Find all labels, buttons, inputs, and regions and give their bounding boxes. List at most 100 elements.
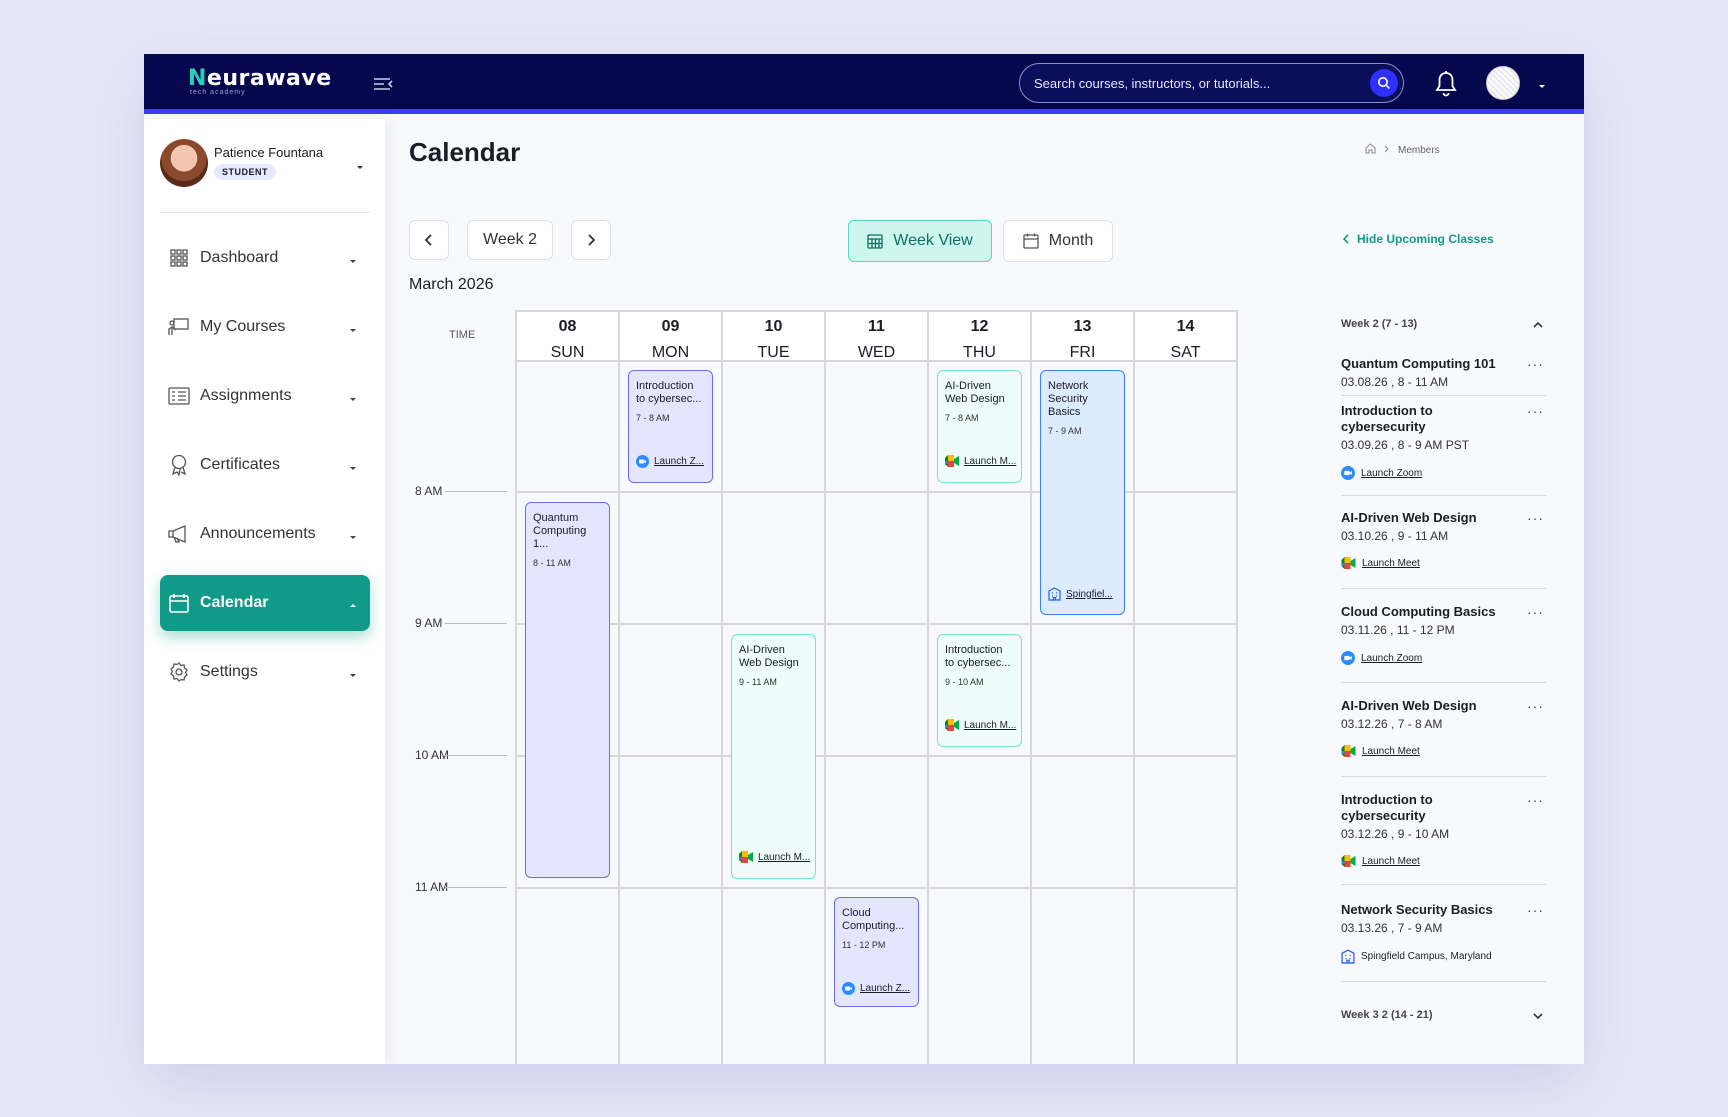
day-header-fri: 13 FRI xyxy=(1032,310,1135,362)
day-header-sun: 08 SUN xyxy=(517,310,620,362)
home-icon[interactable] xyxy=(1365,143,1376,157)
more-options-icon[interactable]: ··· xyxy=(1527,604,1544,620)
calendar-event[interactable]: Cloud Computing... 11 - 12 PM Launch Z..… xyxy=(834,897,919,1007)
profile-card[interactable]: Patience Fountana STUDENT xyxy=(160,139,370,189)
sidebar-item-label: Assignments xyxy=(200,387,292,404)
week-view-button[interactable]: Week View xyxy=(848,220,992,262)
calendar-event[interactable]: Introduction to cybersec... 9 - 10 AM La… xyxy=(937,634,1022,747)
launch-meet-link[interactable]: Launch M... xyxy=(945,719,1019,731)
calendar-event[interactable]: Quantum Computing 1... 8 - 11 AM xyxy=(525,502,610,878)
upcoming-title: Introduction to cybersecurity xyxy=(1341,792,1433,823)
building-icon xyxy=(1341,949,1355,964)
grid-line xyxy=(517,887,1238,889)
more-options-icon[interactable]: ··· xyxy=(1527,902,1544,918)
user-avatar[interactable] xyxy=(1486,66,1520,100)
sidebar-divider xyxy=(160,212,370,213)
launch-meet-link[interactable]: Launch Meet xyxy=(1341,557,1546,569)
zoom-icon xyxy=(636,455,649,468)
week-3-group-header[interactable]: Week 3 2 (14 - 21) xyxy=(1341,1005,1546,1025)
next-week-button[interactable] xyxy=(571,220,611,260)
event-time: 9 - 10 AM xyxy=(945,677,984,687)
launch-meet-link[interactable]: Launch Meet xyxy=(1341,855,1546,867)
event-title: Cloud Computing... xyxy=(842,907,905,932)
sidebar-item-label: Settings xyxy=(200,663,258,680)
grid-line xyxy=(721,362,723,1064)
sidebar-item-assignments[interactable]: Assignments xyxy=(160,368,370,424)
notification-bell-icon[interactable] xyxy=(1434,70,1458,98)
hide-upcoming-classes-link[interactable]: Hide Upcoming Classes xyxy=(1343,232,1494,246)
brand-logo[interactable]: Neurawave tech academy xyxy=(188,66,332,102)
upcoming-item[interactable]: Cloud Computing Basics 03.11.26 , 11 - 1… xyxy=(1341,604,1546,683)
launch-meet-link[interactable]: Launch M... xyxy=(739,851,813,863)
menu-collapse-icon[interactable] xyxy=(372,74,394,94)
breadcrumb-current[interactable]: Members xyxy=(1398,145,1440,156)
week-selector[interactable]: Week 2 xyxy=(467,220,553,260)
sidebar-item-my-courses[interactable]: My Courses xyxy=(160,299,370,355)
upcoming-item[interactable]: AI-Driven Web Design 03.10.26 , 9 - 11 A… xyxy=(1341,510,1546,589)
grid-line xyxy=(517,491,1238,493)
upcoming-item[interactable]: Quantum Computing 101 03.08.26 , 8 - 11 … xyxy=(1341,356,1546,396)
upcoming-item[interactable]: Introduction to cybersecurity 03.09.26 ,… xyxy=(1341,403,1546,496)
day-header-sat: 14 SAT xyxy=(1135,310,1238,362)
breadcrumb: Members xyxy=(1365,143,1440,157)
launch-zoom-link[interactable]: Launch Zoom xyxy=(1341,651,1546,665)
launch-zoom-link[interactable]: Launch Z... xyxy=(842,982,916,995)
calendar-event[interactable]: Introduction to cybersec... 7 - 8 AM Lau… xyxy=(628,370,713,483)
more-options-icon[interactable]: ··· xyxy=(1527,698,1544,714)
campus-location-link[interactable]: Spingfield Campus, Maryland xyxy=(1341,949,1546,964)
upcoming-date: 03.13.26 , 7 - 9 AM xyxy=(1341,921,1443,935)
previous-week-button[interactable] xyxy=(409,220,449,260)
sidebar-item-label: Announcements xyxy=(200,525,316,542)
upcoming-title: Quantum Computing 101 xyxy=(1341,356,1496,371)
calendar-event[interactable]: Network Security Basics 7 - 9 AM Spingfi… xyxy=(1040,370,1125,615)
hide-upcoming-label: Hide Upcoming Classes xyxy=(1357,232,1494,246)
month-view-button[interactable]: Month xyxy=(1003,220,1113,262)
brand-tagline: tech academy xyxy=(190,89,246,96)
more-options-icon[interactable]: ··· xyxy=(1527,510,1544,526)
upcoming-item[interactable]: AI-Driven Web Design 03.12.26 , 7 - 8 AM… xyxy=(1341,698,1546,777)
upcoming-item[interactable]: Network Security Basics 03.13.26 , 7 - 9… xyxy=(1341,902,1546,982)
upcoming-title: AI-Driven Web Design xyxy=(1341,698,1477,713)
grid-line xyxy=(517,623,1238,625)
event-title: AI-Driven Web Design xyxy=(739,644,799,669)
day-header-thu: 12 THU xyxy=(929,310,1032,362)
more-options-icon[interactable]: ··· xyxy=(1527,792,1544,808)
launch-zoom-link[interactable]: Launch Z... xyxy=(636,455,710,468)
more-options-icon[interactable]: ··· xyxy=(1527,403,1544,419)
main-content: Calendar Members Week 2 Week View Month … xyxy=(385,119,1584,1064)
launch-meet-link[interactable]: Launch M... xyxy=(945,455,1019,467)
calendar-event[interactable]: AI-Driven Web Design 7 - 8 AM Launch M..… xyxy=(937,370,1022,483)
chevron-down-icon xyxy=(348,322,358,332)
brand-name: Neurawave xyxy=(188,66,332,91)
chevron-down-icon xyxy=(348,529,358,539)
sidebar-item-settings[interactable]: Settings xyxy=(160,644,370,700)
chevron-down-icon xyxy=(348,253,358,263)
launch-zoom-link[interactable]: Launch Zoom xyxy=(1341,466,1546,480)
search-button[interactable] xyxy=(1370,69,1398,97)
sidebar-item-label: Calendar xyxy=(200,594,269,611)
chevron-up-icon xyxy=(348,598,358,608)
event-time: 8 - 11 AM xyxy=(533,558,571,568)
launch-meet-link[interactable]: Launch Meet xyxy=(1341,745,1546,757)
upcoming-date: 03.11.26 , 11 - 12 PM xyxy=(1341,623,1455,637)
upcoming-date: 03.12.26 , 7 - 8 AM xyxy=(1341,717,1443,731)
grid-icon xyxy=(168,247,190,269)
sidebar-item-announcements[interactable]: Announcements xyxy=(160,506,370,562)
chevron-up-icon xyxy=(1532,319,1544,331)
chevron-left-icon xyxy=(1343,234,1349,244)
profile-caret-icon[interactable] xyxy=(355,159,365,169)
campus-location-link[interactable]: Spingfiel... xyxy=(1048,587,1122,601)
upcoming-item[interactable]: Introduction to cybersecurity 03.12.26 ,… xyxy=(1341,792,1546,885)
sidebar-item-calendar[interactable]: Calendar xyxy=(160,575,370,631)
upcoming-date: 03.08.26 , 8 - 11 AM xyxy=(1341,375,1449,389)
upcoming-title: AI-Driven Web Design xyxy=(1341,510,1477,525)
user-menu-caret-icon[interactable] xyxy=(1537,78,1547,88)
search-input[interactable] xyxy=(1034,64,1364,102)
week-2-group-header[interactable]: Week 2 (7 - 13) xyxy=(1341,314,1546,334)
calendar-event[interactable]: AI-Driven Web Design 9 - 11 AM Launch M.… xyxy=(731,634,816,879)
sidebar-item-certificates[interactable]: Certificates xyxy=(160,437,370,493)
sidebar-item-dashboard[interactable]: Dashboard xyxy=(160,230,370,286)
gear-icon xyxy=(168,661,190,683)
more-options-icon[interactable]: ··· xyxy=(1527,356,1544,372)
event-time: 7 - 9 AM xyxy=(1048,426,1082,436)
